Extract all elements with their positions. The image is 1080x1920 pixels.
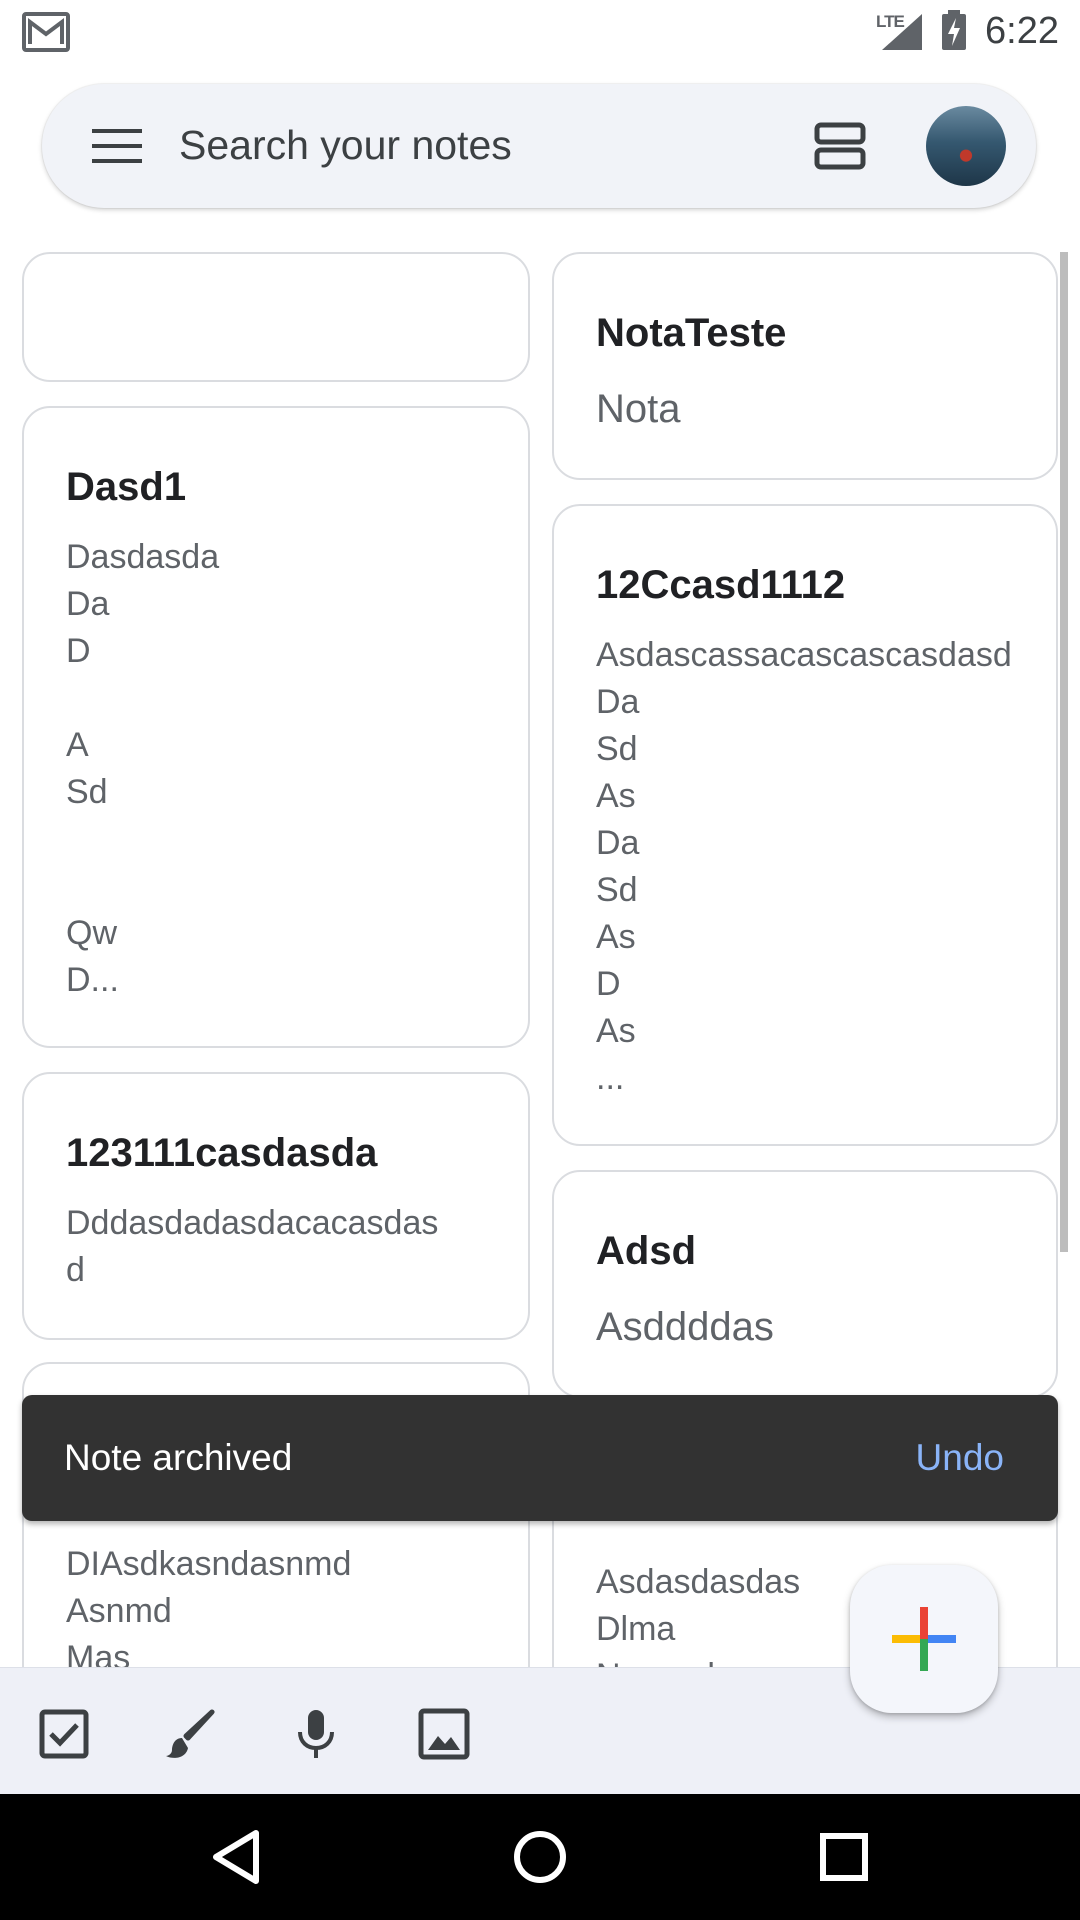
undo-button[interactable]: Undo <box>916 1437 1004 1479</box>
note-body: Nota <box>596 387 681 431</box>
snackbar: Note archived Undo <box>22 1395 1058 1521</box>
mic-icon[interactable] <box>290 1708 342 1760</box>
clock: 6:22 <box>985 10 1059 52</box>
note-title: NotaTeste <box>596 311 787 355</box>
note-title: 123111casdasda <box>66 1131 378 1175</box>
brush-icon[interactable] <box>164 1708 216 1760</box>
search-input[interactable]: Search your notes <box>179 122 512 169</box>
search-bar[interactable]: Search your notes <box>42 84 1036 208</box>
note-body: Dddasdadasdacacasdas d <box>66 1204 439 1289</box>
grid-layout-icon[interactable] <box>814 122 866 170</box>
note-card[interactable]: NotaTeste Nota <box>552 252 1058 480</box>
snackbar-message: Note archived <box>64 1437 293 1478</box>
recents-icon[interactable] <box>814 1827 874 1887</box>
note-title: Dasd1 <box>66 465 187 509</box>
battery-charging-icon <box>942 10 966 50</box>
signal-icon <box>882 14 922 50</box>
scrollbar[interactable] <box>1060 252 1068 1252</box>
navigation-bar <box>0 1794 1080 1920</box>
note-card[interactable]: 12Ccasd1112 Asdascassacascascasdasd Da S… <box>552 504 1058 1146</box>
gmail-icon <box>22 12 70 52</box>
note-card[interactable]: 123111casdasda Dddasdadasdacacasdas d <box>22 1072 530 1340</box>
note-card[interactable] <box>22 252 530 382</box>
status-bar: LTE 6:22 <box>0 0 1080 66</box>
back-icon[interactable] <box>208 1827 268 1887</box>
note-body: Asdascassacascascasdasd Da Sd As Da Sd A… <box>596 636 1012 1097</box>
home-icon[interactable] <box>510 1827 570 1887</box>
add-icon <box>892 1607 956 1671</box>
account-avatar[interactable] <box>926 106 1006 186</box>
image-icon[interactable] <box>418 1708 470 1760</box>
new-note-button[interactable] <box>850 1565 998 1713</box>
note-card[interactable]: Dasd1 Dasdasda Da D A Sd Qw D... <box>22 406 530 1048</box>
note-card[interactable]: Adsd Asddddas <box>552 1170 1058 1398</box>
menu-icon[interactable] <box>92 129 142 163</box>
note-body: DIAsdkasndasnmd Asnmd Mas <box>66 1545 352 1670</box>
checkbox-icon[interactable] <box>38 1708 90 1760</box>
note-title: Adsd <box>596 1229 696 1273</box>
note-title: 12Ccasd1112 <box>596 563 846 607</box>
note-body: Dasdasda Da D A Sd Qw D... <box>66 538 220 999</box>
note-body: Asddddas <box>596 1305 774 1349</box>
